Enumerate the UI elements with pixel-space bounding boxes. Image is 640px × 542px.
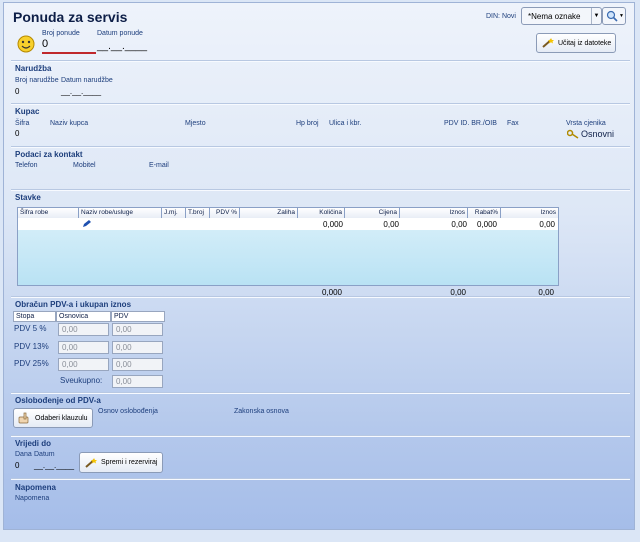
email-label: E-mail [149, 162, 169, 169]
vrijedi-section-title: Vrijedi do [15, 439, 52, 448]
pencil-icon[interactable] [82, 220, 91, 228]
sifra-label: Šifra [15, 120, 30, 127]
divider [11, 189, 630, 191]
load-from-file-button[interactable]: Učitaj iz datoteke [536, 33, 616, 53]
tag-select-value: *Nema oznake [528, 11, 581, 21]
broj-ponude-label: Broj ponude [42, 30, 80, 37]
divider [11, 392, 630, 394]
col-rabat[interactable]: Rabat% [468, 208, 501, 218]
choose-clause-button[interactable]: Odaberi klauzulu [13, 408, 93, 428]
save-reserve-label: Spremi i rezerviraj [101, 459, 158, 466]
vrsta-cjenika-value[interactable]: Osnovni [581, 129, 614, 139]
broj-narudzbe-label: Broj narudžbe [15, 77, 59, 84]
divider [11, 103, 630, 105]
chevron-down-icon: ▼ [619, 13, 624, 19]
dana-value[interactable]: 0 [15, 461, 19, 470]
row-iznos: 0,00 [451, 220, 467, 229]
din-status: DIN: Novi [486, 13, 516, 20]
napomena-label: Napomena [15, 495, 50, 502]
pdv-row-stopa: PDV 5 % [14, 324, 47, 333]
divider [11, 296, 630, 298]
datum-label: Datum [34, 451, 55, 458]
col-pdv[interactable]: PDV % [210, 208, 240, 218]
col-tbroj[interactable]: T.broj [186, 208, 210, 218]
table-row[interactable]: 0,000 0,00 0,00 0,000 0,00 [18, 218, 558, 230]
pdv-col-osnovica: Osnovica [56, 311, 111, 322]
broj-ponude-input[interactable]: 0 [42, 38, 96, 54]
col-iznos2[interactable]: Iznos [501, 208, 558, 218]
pdv-row-pdv[interactable]: 0,00 [112, 323, 163, 336]
pdv-row-osnovica[interactable]: 0,00 [58, 358, 109, 371]
ulica-label: Ulica i kbr. [329, 120, 362, 127]
choose-clause-label: Odaberi klauzulu [35, 414, 88, 422]
telefon-label: Telefon [15, 162, 38, 169]
datum-ponude-input[interactable]: __.__.____ [97, 41, 147, 52]
hp-broj-label: Hp broj [296, 120, 319, 127]
tag-select[interactable]: *Nema oznake ▼ [521, 7, 602, 25]
pdv-section-title: Obračun PDV-a i ukupan iznos [15, 300, 132, 309]
osnov-oslobodenja-label: Osnov oslobođenja [98, 408, 158, 415]
pdv-row-pdv[interactable]: 0,00 [112, 341, 163, 354]
sveukupno-label: Sveukupno: [60, 376, 103, 385]
divider [11, 146, 630, 148]
zakonska-osnova-label: Zakonska osnova [234, 408, 289, 415]
pdv-col-pdv: PDV [111, 311, 165, 322]
kupac-section-title: Kupac [15, 107, 40, 116]
vrsta-cjenika-label: Vrsta cjenika [566, 120, 606, 127]
oslobodenje-section-title: Oslobođenje od PDV-a [15, 396, 101, 405]
mjesto-label: Mjesto [185, 120, 206, 127]
divider [11, 435, 630, 437]
wand-icon [542, 38, 554, 48]
pdv-row-stopa: PDV 25% [14, 359, 49, 368]
datum-ponude-label: Datum ponude [97, 30, 143, 37]
dana-label: Dana [15, 451, 32, 458]
pdv-row-pdv[interactable]: 0,00 [112, 358, 163, 371]
datum-narudzbe-value[interactable]: __.__.____ [61, 87, 101, 96]
wand-icon [85, 457, 97, 468]
pdv-id-label: PDV ID. BR./OIB [444, 120, 497, 127]
chevron-down-icon[interactable]: ▼ [591, 8, 601, 24]
datum-narudzbe-label: Datum narudžbe [61, 77, 113, 84]
naziv-kupca-label: Naziv kupca [50, 120, 89, 127]
pdv-row-stopa: PDV 13% [14, 342, 49, 351]
save-reserve-button[interactable]: Spremi i rezerviraj [79, 452, 163, 473]
broj-narudzbe-value[interactable]: 0 [15, 87, 19, 96]
col-iznos[interactable]: Iznos [400, 208, 468, 218]
col-naziv[interactable]: Naziv robe/usluge [79, 208, 162, 218]
sifra-value[interactable]: 0 [15, 129, 19, 138]
col-kolicina[interactable]: Količina [298, 208, 345, 218]
row-rabat: 0,000 [476, 220, 497, 229]
smiley-icon [17, 35, 35, 53]
sveukupno-value[interactable]: 0,00 [112, 375, 163, 388]
hand-icon [18, 412, 29, 424]
row-kolicina: 0,000 [322, 220, 343, 229]
search-button[interactable]: ▼ [602, 7, 626, 25]
offer-window: Ponuda za servis DIN: Novi *Nema oznake … [3, 2, 635, 530]
divider [11, 478, 630, 480]
divider [11, 60, 630, 62]
col-jmj[interactable]: J.mj. [162, 208, 186, 218]
row-iznos2: 0,00 [539, 220, 555, 229]
pdv-row-osnovica[interactable]: 0,00 [58, 323, 109, 336]
kontakt-section-title: Podaci za kontakt [15, 150, 83, 159]
items-grid-body[interactable]: 0,000 0,00 0,00 0,000 0,00 [17, 218, 559, 286]
napomena-section-title: Napomena [15, 483, 56, 492]
row-cijena: 0,00 [383, 220, 399, 229]
col-cijena[interactable]: Cijena [345, 208, 400, 218]
stavke-section-title: Stavke [15, 193, 41, 202]
datum-value[interactable]: __.__.____ [34, 461, 74, 470]
col-sifra[interactable]: Šifra robe [18, 208, 79, 218]
col-zaliha[interactable]: Zaliha [240, 208, 298, 218]
search-icon [606, 10, 618, 22]
key-icon [567, 129, 579, 139]
load-from-file-label: Učitaj iz datoteke [558, 39, 612, 47]
narudzba-section-title: Narudžba [15, 64, 52, 73]
pdv-row-osnovica[interactable]: 0,00 [58, 341, 109, 354]
page-title: Ponuda za servis [13, 9, 128, 25]
pdv-col-stopa: Stopa [13, 311, 56, 322]
mobitel-label: Mobitel [73, 162, 96, 169]
fax-label: Fax [507, 120, 519, 127]
